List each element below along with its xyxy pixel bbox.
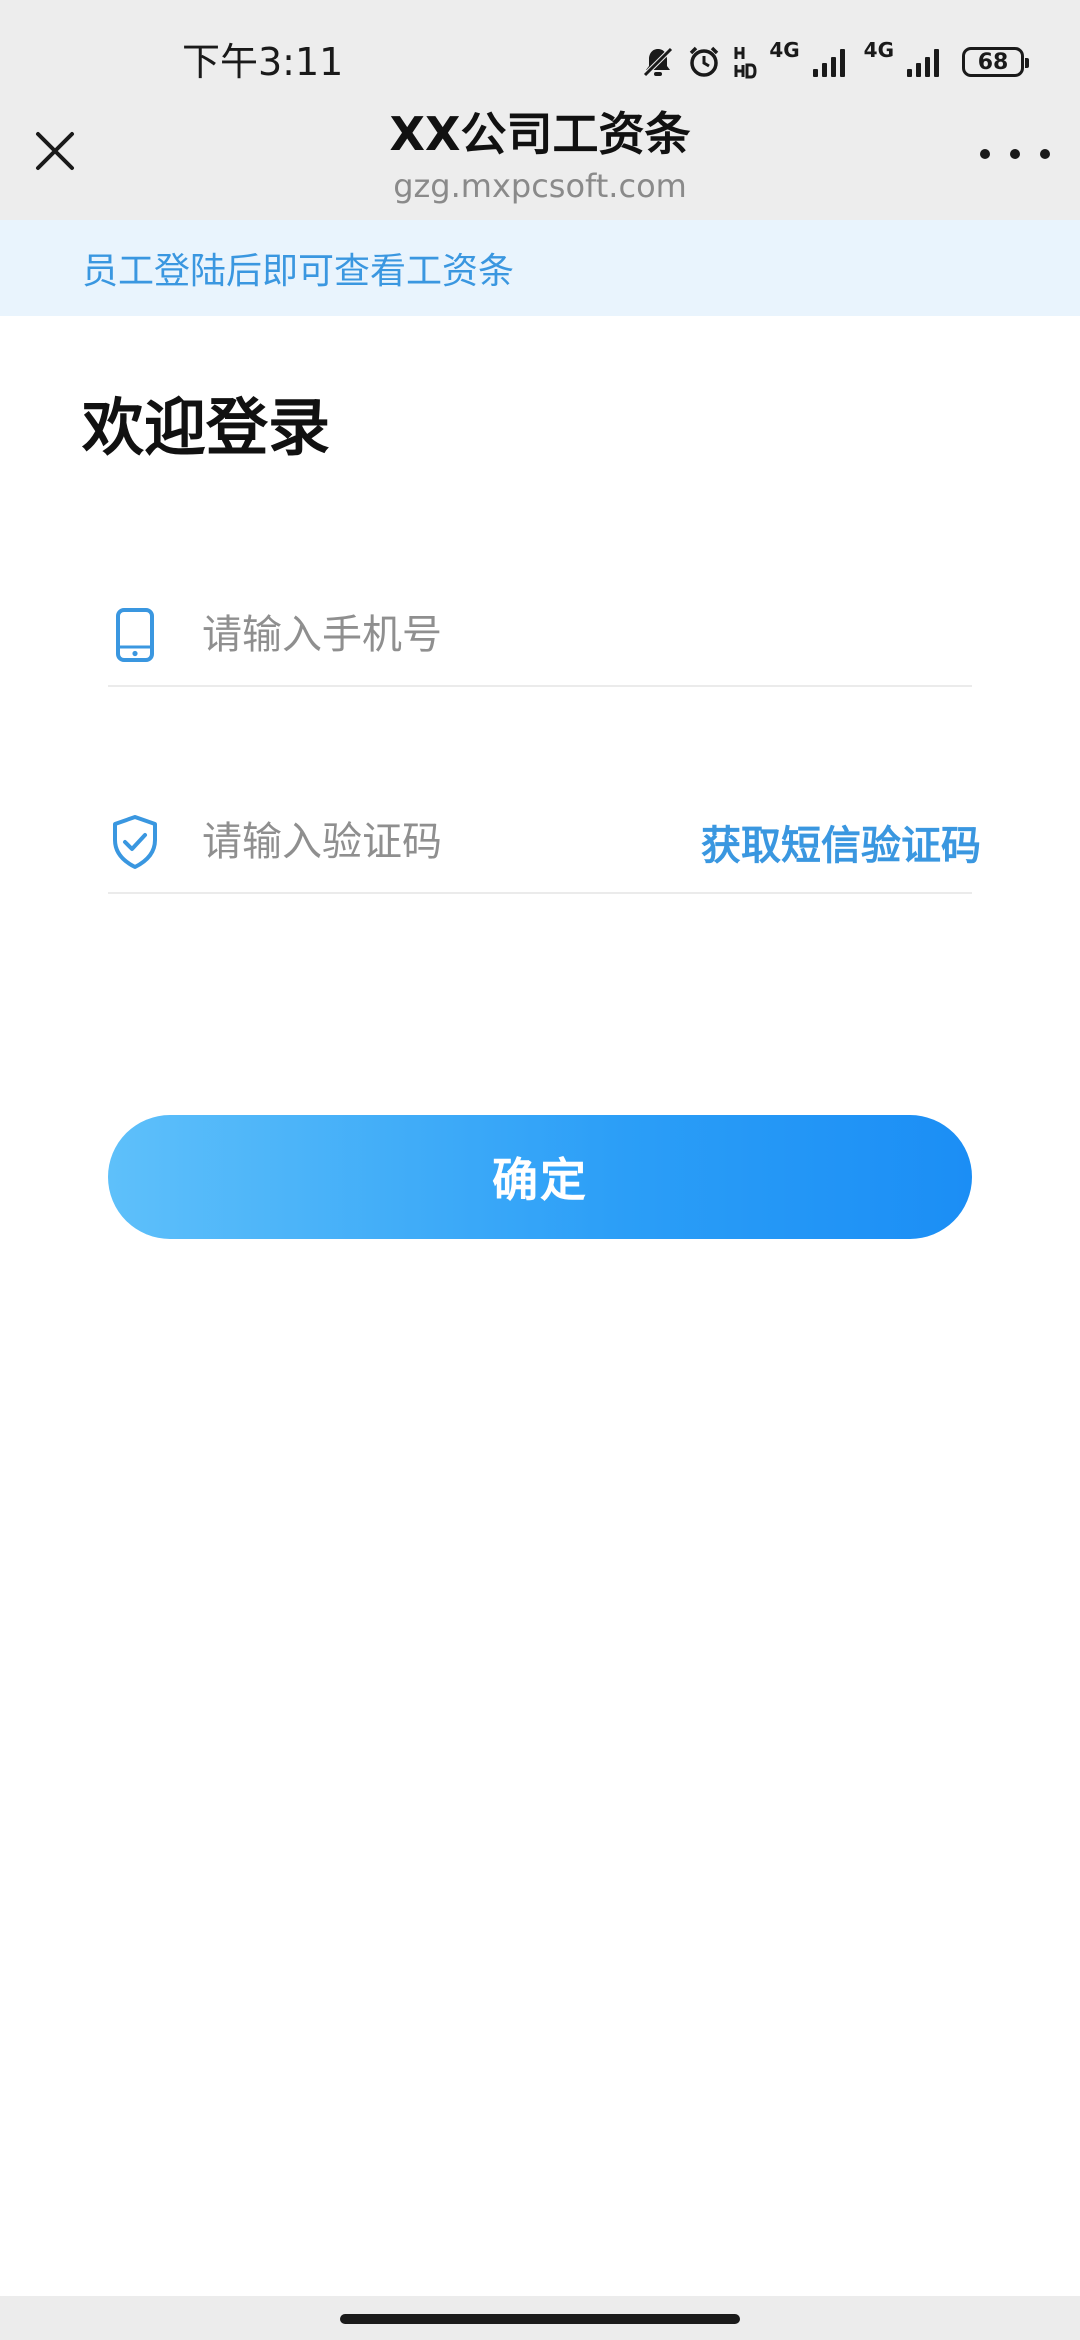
confirm-button[interactable]: 确定	[108, 1115, 972, 1239]
more-button[interactable]	[980, 136, 1050, 172]
network-label-2: 4G	[863, 38, 894, 62]
status-icons: 4G 4G 68	[641, 38, 1029, 86]
notice-banner: 员工登陆后即可查看工资条	[0, 220, 1080, 316]
phone-field	[108, 585, 972, 687]
get-sms-code-button[interactable]: 获取短信验证码	[701, 813, 981, 871]
shield-check-icon	[108, 811, 162, 873]
phone-input[interactable]	[202, 605, 972, 665]
welcome-heading: 欢迎登录	[82, 391, 331, 464]
code-field: 获取短信验证码	[108, 792, 981, 894]
alarm-icon	[687, 45, 721, 79]
more-icon	[1010, 149, 1020, 159]
page-url: gzg.mxpcsoft.com	[393, 167, 687, 205]
signal-icon	[812, 45, 852, 79]
network-label-1: 4G	[769, 38, 800, 62]
phone-icon	[108, 604, 162, 666]
status-time: 下午3:11	[182, 40, 344, 84]
battery-indicator: 68	[962, 47, 1029, 77]
more-icon	[980, 149, 990, 159]
home-indicator[interactable]	[340, 2314, 740, 2324]
code-input[interactable]	[202, 812, 701, 872]
page-title: XX公司工资条	[389, 107, 691, 161]
hd-icon	[733, 45, 757, 79]
notice-text: 员工登陆后即可查看工资条	[82, 251, 515, 292]
signal-icon	[906, 45, 946, 79]
more-icon	[1040, 149, 1050, 159]
bell-muted-icon	[641, 45, 675, 79]
